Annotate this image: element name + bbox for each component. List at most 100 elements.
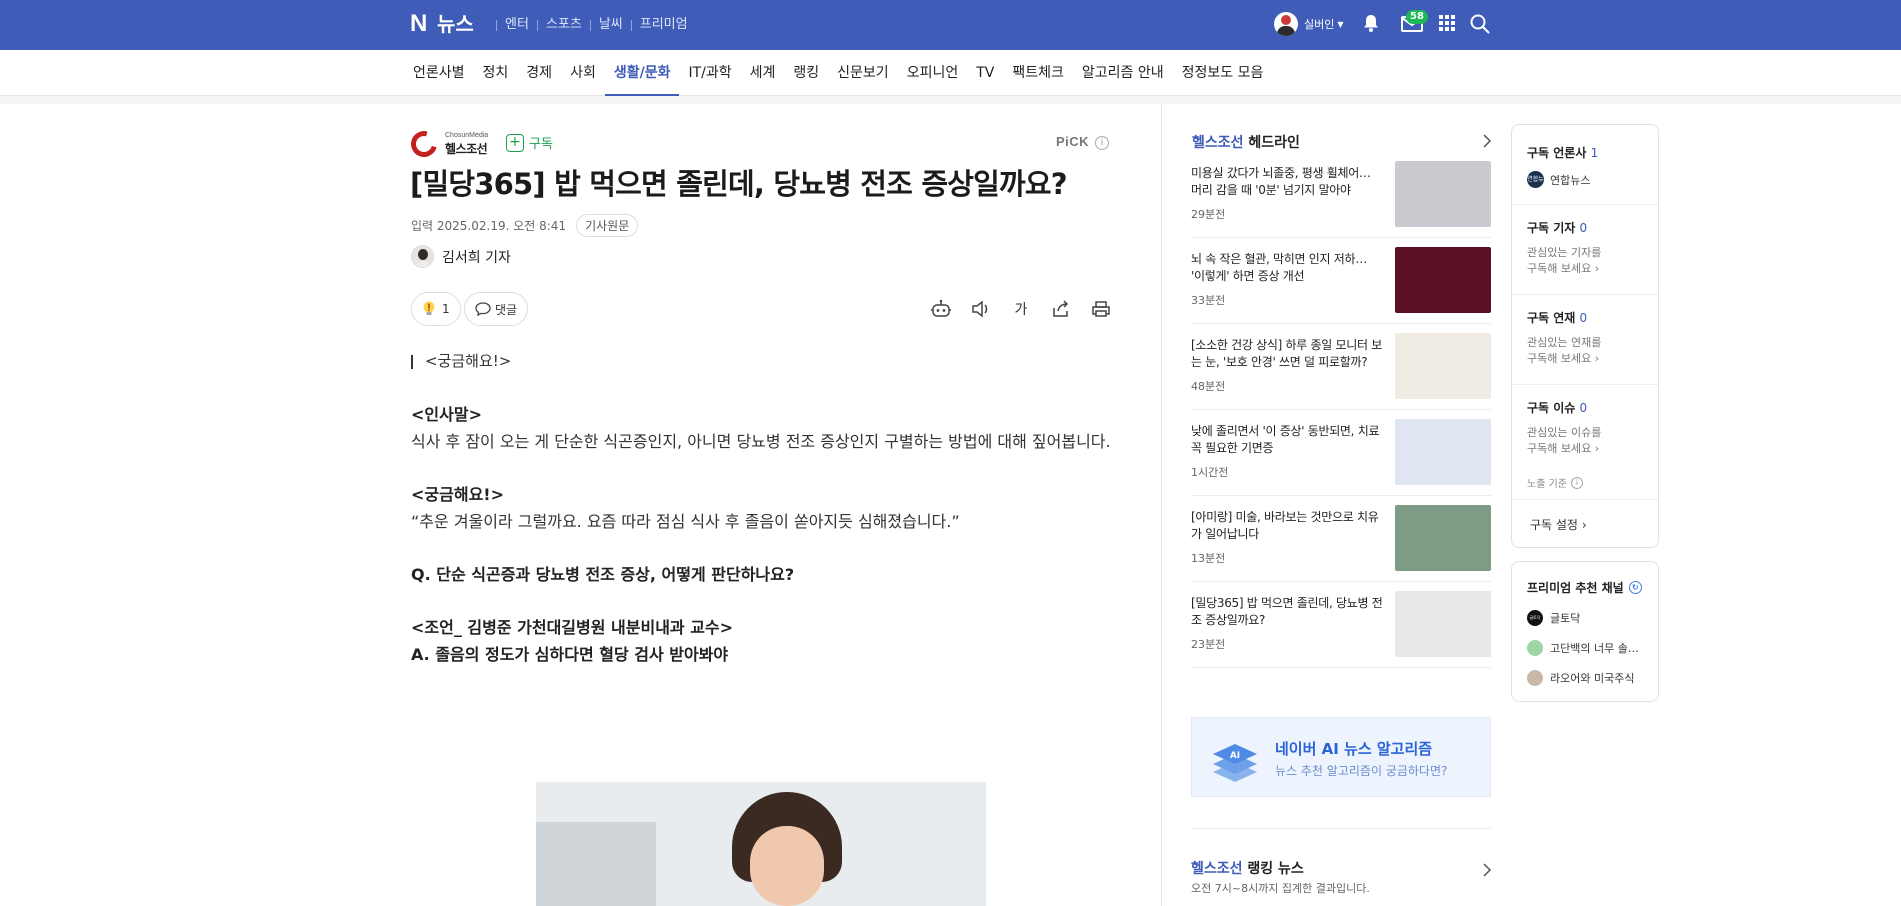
chevron-right-icon[interactable]	[1482, 134, 1492, 148]
laptop-shape	[536, 822, 656, 906]
search-icon[interactable]	[1470, 14, 1490, 34]
reporter[interactable]: 김서희 기자	[411, 245, 511, 268]
article-date: 입력 2025.02.19. 오전 8:41	[411, 219, 567, 233]
channel-name: 글토닥	[1550, 612, 1581, 625]
headline-item[interactable]: 뇌 속 작은 혈관, 막히면 인지 저하… '이렇게' 하면 증상 개선 33분전	[1191, 247, 1491, 321]
share-icon[interactable]	[1048, 297, 1074, 321]
headline-item[interactable]: 미용실 갔다가 뇌졸중, 평생 휠체어… 머리 감을 때 '0분' 넘기지 말아…	[1191, 161, 1491, 235]
divider	[496, 19, 497, 31]
category-tab[interactable]: 경제	[517, 50, 561, 96]
subscribed-series-count: 0	[1579, 311, 1588, 325]
font-size-label: 가	[1014, 302, 1028, 318]
premium-channel-item[interactable]: 글토닥 글토닥	[1527, 610, 1647, 626]
subscribed-press-name: 연합뉴스	[1550, 173, 1591, 187]
greeting-text: 식사 후 잠이 오는 게 단순한 식곤증인지, 아니면 당뇨병 전조 증상인지 …	[411, 432, 1111, 451]
subscribed-series-heading[interactable]: 구독 연재 0	[1527, 309, 1587, 326]
chevron-right-icon[interactable]	[1482, 863, 1492, 877]
nav-premium[interactable]: 프리미엄	[640, 16, 688, 34]
subscribed-issue-desc[interactable]: 관심있는 이슈를 구독해 보세요 ›	[1527, 425, 1601, 457]
category-tab[interactable]: 오피니언	[898, 50, 968, 96]
exposure-label: 노출 기준	[1527, 479, 1567, 490]
refresh-icon[interactable]: ↻	[1628, 581, 1642, 594]
quote-bar	[411, 354, 413, 369]
subscribed-issue-heading[interactable]: 구독 이슈 0	[1527, 399, 1587, 416]
category-tab[interactable]: 사회	[561, 50, 605, 96]
apps-grid-icon[interactable]	[1438, 14, 1456, 32]
divider	[1191, 237, 1491, 238]
headline-item-time: 33분전	[1191, 294, 1226, 307]
category-tab[interactable]: 팩트체크	[1003, 50, 1073, 96]
summary-bot-icon[interactable]	[928, 297, 954, 321]
naver-logo[interactable]: N	[410, 12, 430, 36]
ai-stack-icon: AI	[1213, 744, 1257, 782]
subscription-settings-link[interactable]: 구독 설정 ›	[1530, 516, 1587, 533]
headline-item-title: [소소한 건강 상식] 하루 종일 모니터 보는 눈, '보호 안경' 쓰면 덜…	[1191, 338, 1382, 369]
reaction-button[interactable]: 1	[411, 292, 461, 326]
subscribe-button[interactable]: + 구독	[506, 133, 553, 152]
chevron-right-icon: ›	[1591, 352, 1600, 365]
premium-heading: 프리미엄 추천 채널 ↻	[1527, 579, 1642, 596]
category-tab[interactable]: 세계	[741, 50, 785, 96]
top-navigation-bar: N 뉴스 엔터 스포츠 날씨 프리미엄 실버인 ▼ 58	[0, 0, 1901, 50]
category-tab[interactable]: 생활/문화	[604, 50, 680, 96]
original-article-button[interactable]: 기사원문	[576, 214, 639, 237]
subscribed-reporter-label: 구독 기자	[1527, 221, 1576, 235]
premium-title: 프리미엄 추천 채널	[1527, 581, 1624, 595]
subscribed-press-section: 구독 언론사 1 연합뉴스 연합뉴스	[1512, 125, 1658, 205]
font-size-button[interactable]: 가	[1008, 297, 1034, 321]
column-divider	[1161, 104, 1162, 906]
press-logo[interactable]: ChosunMedia 헬스조선	[406, 126, 498, 162]
subscribed-reporter-desc[interactable]: 관심있는 기자를 구독해 보세요 ›	[1527, 245, 1601, 277]
divider	[1191, 323, 1491, 324]
ai-banner-title: 네이버 AI 뉴스 알고리즘	[1275, 740, 1433, 758]
headline-item-time: 13분전	[1191, 552, 1226, 565]
category-tab[interactable]: 정치	[474, 50, 518, 96]
channel-logo	[1527, 640, 1543, 656]
speaker-icon[interactable]	[968, 297, 994, 321]
category-tab[interactable]: IT/과학	[679, 50, 740, 96]
comment-button[interactable]: 댓글	[464, 292, 529, 326]
subscribed-series-label: 구독 연재	[1527, 311, 1576, 325]
headline-item[interactable]: [아미랑] 미술, 바라보는 것만으로 치유가 일어납니다 13분전	[1191, 505, 1491, 579]
nav-sports[interactable]: 스포츠	[546, 16, 582, 34]
headline-title[interactable]: 헬스조선 헤드라인	[1192, 132, 1300, 152]
subscribed-press-item[interactable]: 연합뉴스 연합뉴스	[1527, 171, 1591, 200]
ai-algorithm-banner[interactable]: AI 네이버 AI 뉴스 알고리즘 뉴스 추천 알고리즘이 궁금하다면?	[1191, 717, 1491, 797]
advice-heading: <조언_ 김병준 가천대길병원 내분비내과 교수>	[411, 618, 734, 637]
subscribed-series-desc[interactable]: 관심있는 연재를 구독해 보세요 ›	[1527, 335, 1601, 367]
subscribe-label: 구독	[529, 137, 553, 152]
headline-item[interactable]: 낮에 졸리면서 '이 증상' 동반되면, 치료 꼭 필요한 기면증 1시간전	[1191, 419, 1491, 493]
desc-line: 구독해 보세요	[1527, 352, 1592, 365]
headline-thumbnail	[1395, 591, 1491, 657]
bell-icon[interactable]	[1363, 14, 1379, 32]
info-icon[interactable]: i	[1095, 136, 1109, 150]
ai-icon-text: AI	[1230, 751, 1240, 761]
subscribed-reporter-heading[interactable]: 구독 기자 0	[1527, 219, 1587, 236]
category-tab[interactable]: 알고리즘 안내	[1073, 50, 1173, 96]
chevron-right-icon: ›	[1591, 442, 1600, 455]
premium-channel-item[interactable]: 고단백의 너무 솔직한 리뷰	[1527, 640, 1647, 656]
category-tab[interactable]: 랭킹	[784, 50, 828, 96]
headline-item[interactable]: [소소한 건강 상식] 하루 종일 모니터 보는 눈, '보호 안경' 쓰면 덜…	[1191, 333, 1491, 407]
subscribed-press-heading[interactable]: 구독 언론사 1	[1527, 144, 1598, 161]
print-icon[interactable]	[1088, 297, 1114, 321]
category-tab[interactable]: TV	[967, 50, 1003, 96]
category-tab[interactable]: 언론사별	[413, 50, 474, 96]
reaction-count: 1	[442, 302, 450, 316]
headline-item[interactable]: [밀당365] 밥 먹으면 졸린데, 당뇨병 전조 증상일까요? 23분전	[1191, 591, 1491, 665]
category-tab[interactable]: 정정보도 모음	[1173, 50, 1273, 96]
headline-item-time: 48분전	[1191, 380, 1226, 393]
nav-entertainment[interactable]: 엔터	[505, 16, 529, 34]
category-tab[interactable]: 신문보기	[828, 50, 898, 96]
premium-channel-item[interactable]: 라오어와 미국주식	[1527, 670, 1647, 686]
user-menu[interactable]: 실버인 ▼	[1274, 12, 1344, 36]
mail-count-badge: 58	[1406, 10, 1428, 24]
headline-item-title: 낮에 졸리면서 '이 증상' 동반되면, 치료 꼭 필요한 기면증	[1191, 424, 1380, 455]
desc-line: 관심있는 연재를	[1527, 336, 1602, 349]
headline-thumbnail	[1395, 247, 1491, 313]
ranking-title[interactable]: 헬스조선 랭킹 뉴스	[1191, 858, 1304, 878]
news-logo[interactable]: 뉴스	[437, 12, 474, 36]
service-nav: 엔터 스포츠 날씨 프리미엄	[488, 16, 688, 34]
exposure-criteria[interactable]: 노출 기준 i	[1527, 475, 1583, 490]
nav-weather[interactable]: 날씨	[599, 16, 623, 34]
